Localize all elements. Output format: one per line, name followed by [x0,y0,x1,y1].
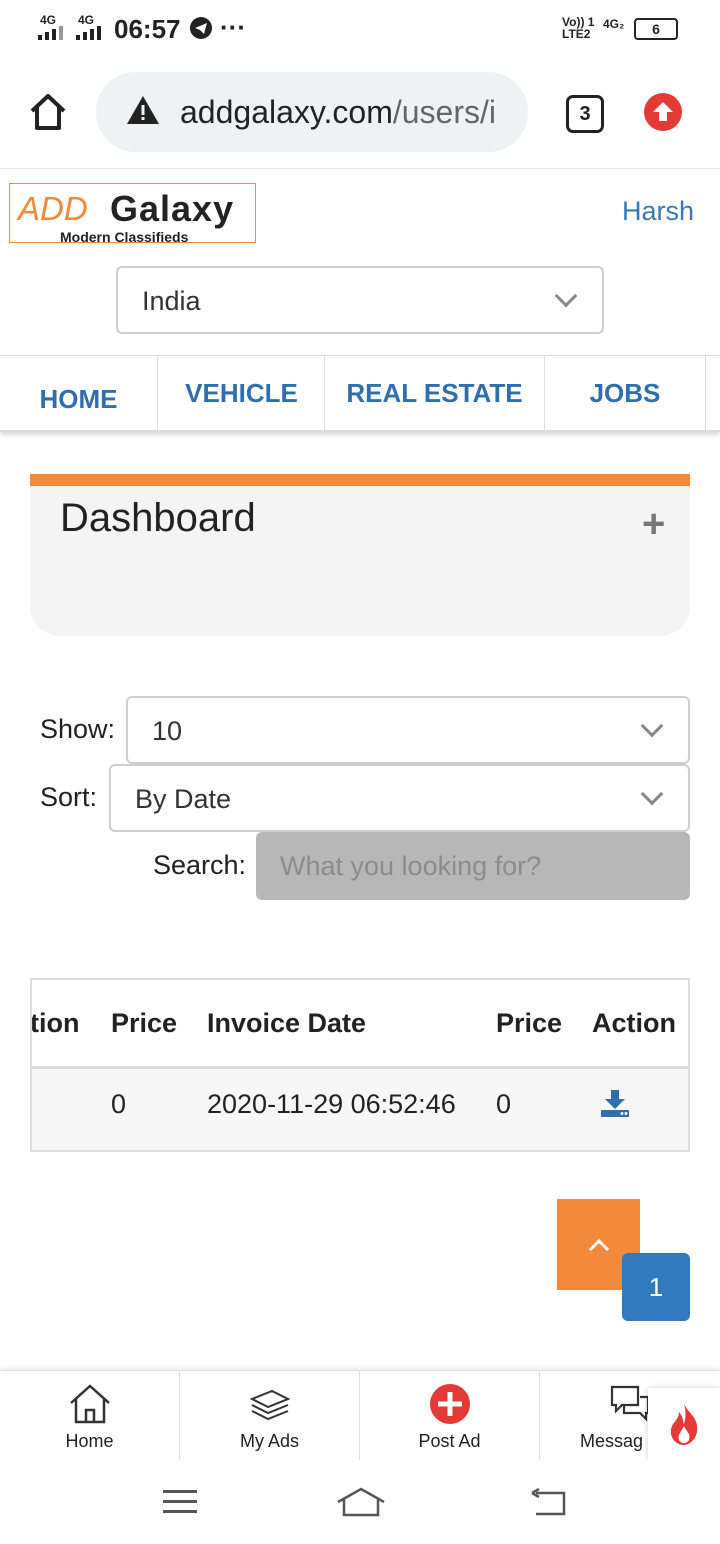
invoice-table: tion Price Invoice Date Price Action 0 2… [30,978,690,1152]
home-outline-icon [69,1384,110,1424]
header-price: Price [111,1008,178,1038]
lte-label: LTE2 [562,27,591,41]
sim2-label: 4G₂ [603,17,625,31]
url-path: /users/i [392,94,496,130]
search-input[interactable] [256,832,690,900]
search-label: Search: [153,850,247,880]
battery-level: 6 [652,21,660,37]
battery-icon: 6 [634,18,678,40]
menu-icon[interactable] [163,1488,199,1516]
update-icon[interactable] [644,93,682,131]
chat-icon [610,1385,649,1422]
nav-item-real-estate[interactable]: REAL ESTATE [325,356,545,430]
expand-icon[interactable]: + [642,502,665,547]
cell-price-2: 0 [496,1089,512,1119]
telegram-icon [190,17,212,39]
warning-icon[interactable] [126,94,160,126]
header-price-2: Price [496,1008,563,1038]
status-bar: 4G 4G 06:57 ··· Vo)) 1 LTE2 4G₂ 6 [0,0,720,60]
logo-add-text: ADD [18,190,88,227]
sort-select[interactable]: By Date [109,764,690,832]
table-header: tion Price Invoice Date Price Action [30,980,688,1069]
country-select[interactable]: India [116,266,604,334]
plus-circle-icon [429,1384,470,1424]
panel-accent-bar [30,474,690,486]
header-invoice-date: Invoice Date [207,1008,367,1038]
page-number-badge[interactable]: 1 [622,1253,690,1321]
logo-galaxy-text: Galaxy [110,188,235,229]
main-nav: HOME VEHICLE REAL ESTATE JOBS [0,355,720,432]
cell-price: 0 [111,1089,127,1119]
show-value: 10 [152,716,183,746]
site-logo[interactable]: ADD Galaxy Modern Classifieds [9,183,256,245]
clock: 06:57 [114,14,181,44]
tab-switcher-button[interactable]: 3 [566,95,604,133]
show-label: Show: [40,714,116,744]
system-nav-bar [0,1460,720,1544]
bottom-nav: Home My Ads Post Ad Messag [0,1370,720,1461]
home-gesture-icon[interactable] [336,1486,386,1518]
network-2-label: 4G [78,13,95,27]
chevron-up-icon [588,1238,610,1252]
sort-value: By Date [135,784,232,814]
country-value: India [142,286,201,316]
table-row: 0 2020-11-29 06:52:46 0 [32,1069,688,1150]
browser-toolbar: addgalaxy.com/users/i 3 [0,60,720,169]
home-icon[interactable] [28,92,68,132]
nav-item-jobs[interactable]: JOBS [545,356,706,430]
stack-icon [249,1389,290,1421]
signal-1-icon [38,26,63,40]
back-icon[interactable] [530,1488,570,1518]
url-text[interactable]: addgalaxy.com/users/i [180,94,510,131]
network-1-label: 4G [40,13,57,27]
bottom-nav-home-label: Home [65,1431,114,1451]
logo-tagline: Modern Classifieds [60,229,189,245]
cell-invoice-date: 2020-11-29 06:52:46 [207,1089,456,1119]
bottom-nav-my-ads-label: My Ads [239,1431,300,1451]
user-name-link[interactable]: Harsh [622,196,694,227]
url-domain: addgalaxy.com [180,94,393,130]
bottom-nav-home[interactable]: Home [0,1371,180,1461]
nav-item-vehicle[interactable]: VEHICLE [159,356,325,430]
chevron-down-icon [554,284,578,308]
bottom-nav-my-ads[interactable]: My Ads [180,1371,360,1461]
bottom-nav-post-ad[interactable]: Post Ad [360,1371,540,1461]
show-select[interactable]: 10 [126,696,690,764]
signal-2-icon [76,26,101,40]
address-bar[interactable]: addgalaxy.com/users/i [96,72,528,152]
chevron-down-icon [640,782,664,806]
nav-item-home[interactable]: HOME [0,356,158,430]
sort-label: Sort: [40,782,98,812]
flame-icon [670,1404,698,1445]
more-notifications: ··· [220,12,246,42]
bottom-nav-post-ad-label: Post Ad [418,1431,481,1451]
chevron-down-icon [640,714,664,738]
header-action: Action [592,1008,676,1038]
download-icon[interactable] [600,1090,630,1118]
chat-widget-button[interactable] [648,1388,720,1460]
header-description: tion [30,1008,80,1038]
dashboard-panel: Dashboard + [30,486,690,636]
panel-title: Dashboard [60,496,256,540]
